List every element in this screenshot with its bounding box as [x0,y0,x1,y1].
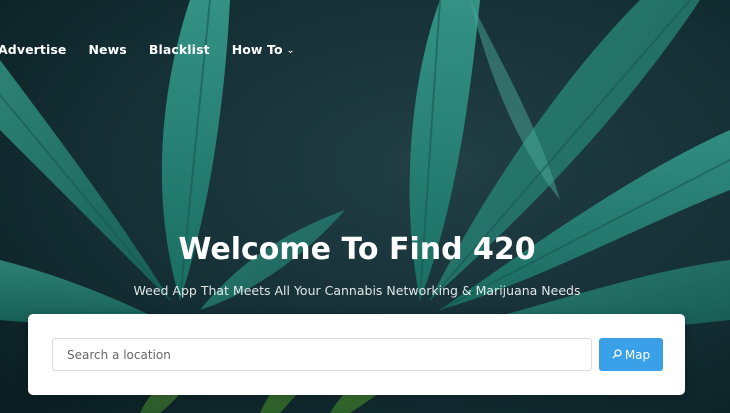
nav-item-news[interactable]: News [89,42,127,57]
map-button-label: Map [624,347,651,362]
location-search-input[interactable] [52,338,592,371]
search-icon [612,348,622,362]
main-nav: Advertise News Blacklist How To ⌄ [0,42,294,57]
hero-subtitle: Weed App That Meets All Your Cannabis Ne… [133,283,581,298]
hero-section: Advertise News Blacklist How To ⌄ Welcome… [0,0,730,413]
nav-item-advertise[interactable]: Advertise [0,42,67,57]
chevron-down-icon: ⌄ [286,46,295,56]
search-card: Map [28,314,685,395]
nav-item-how-to-label: How To [231,42,283,57]
nav-item-blacklist[interactable]: Blacklist [149,42,210,57]
hero-title: Welcome To Find 420 [178,232,536,267]
nav-item-how-to[interactable]: How To ⌄ [232,42,295,57]
map-button[interactable]: Map [599,338,663,371]
